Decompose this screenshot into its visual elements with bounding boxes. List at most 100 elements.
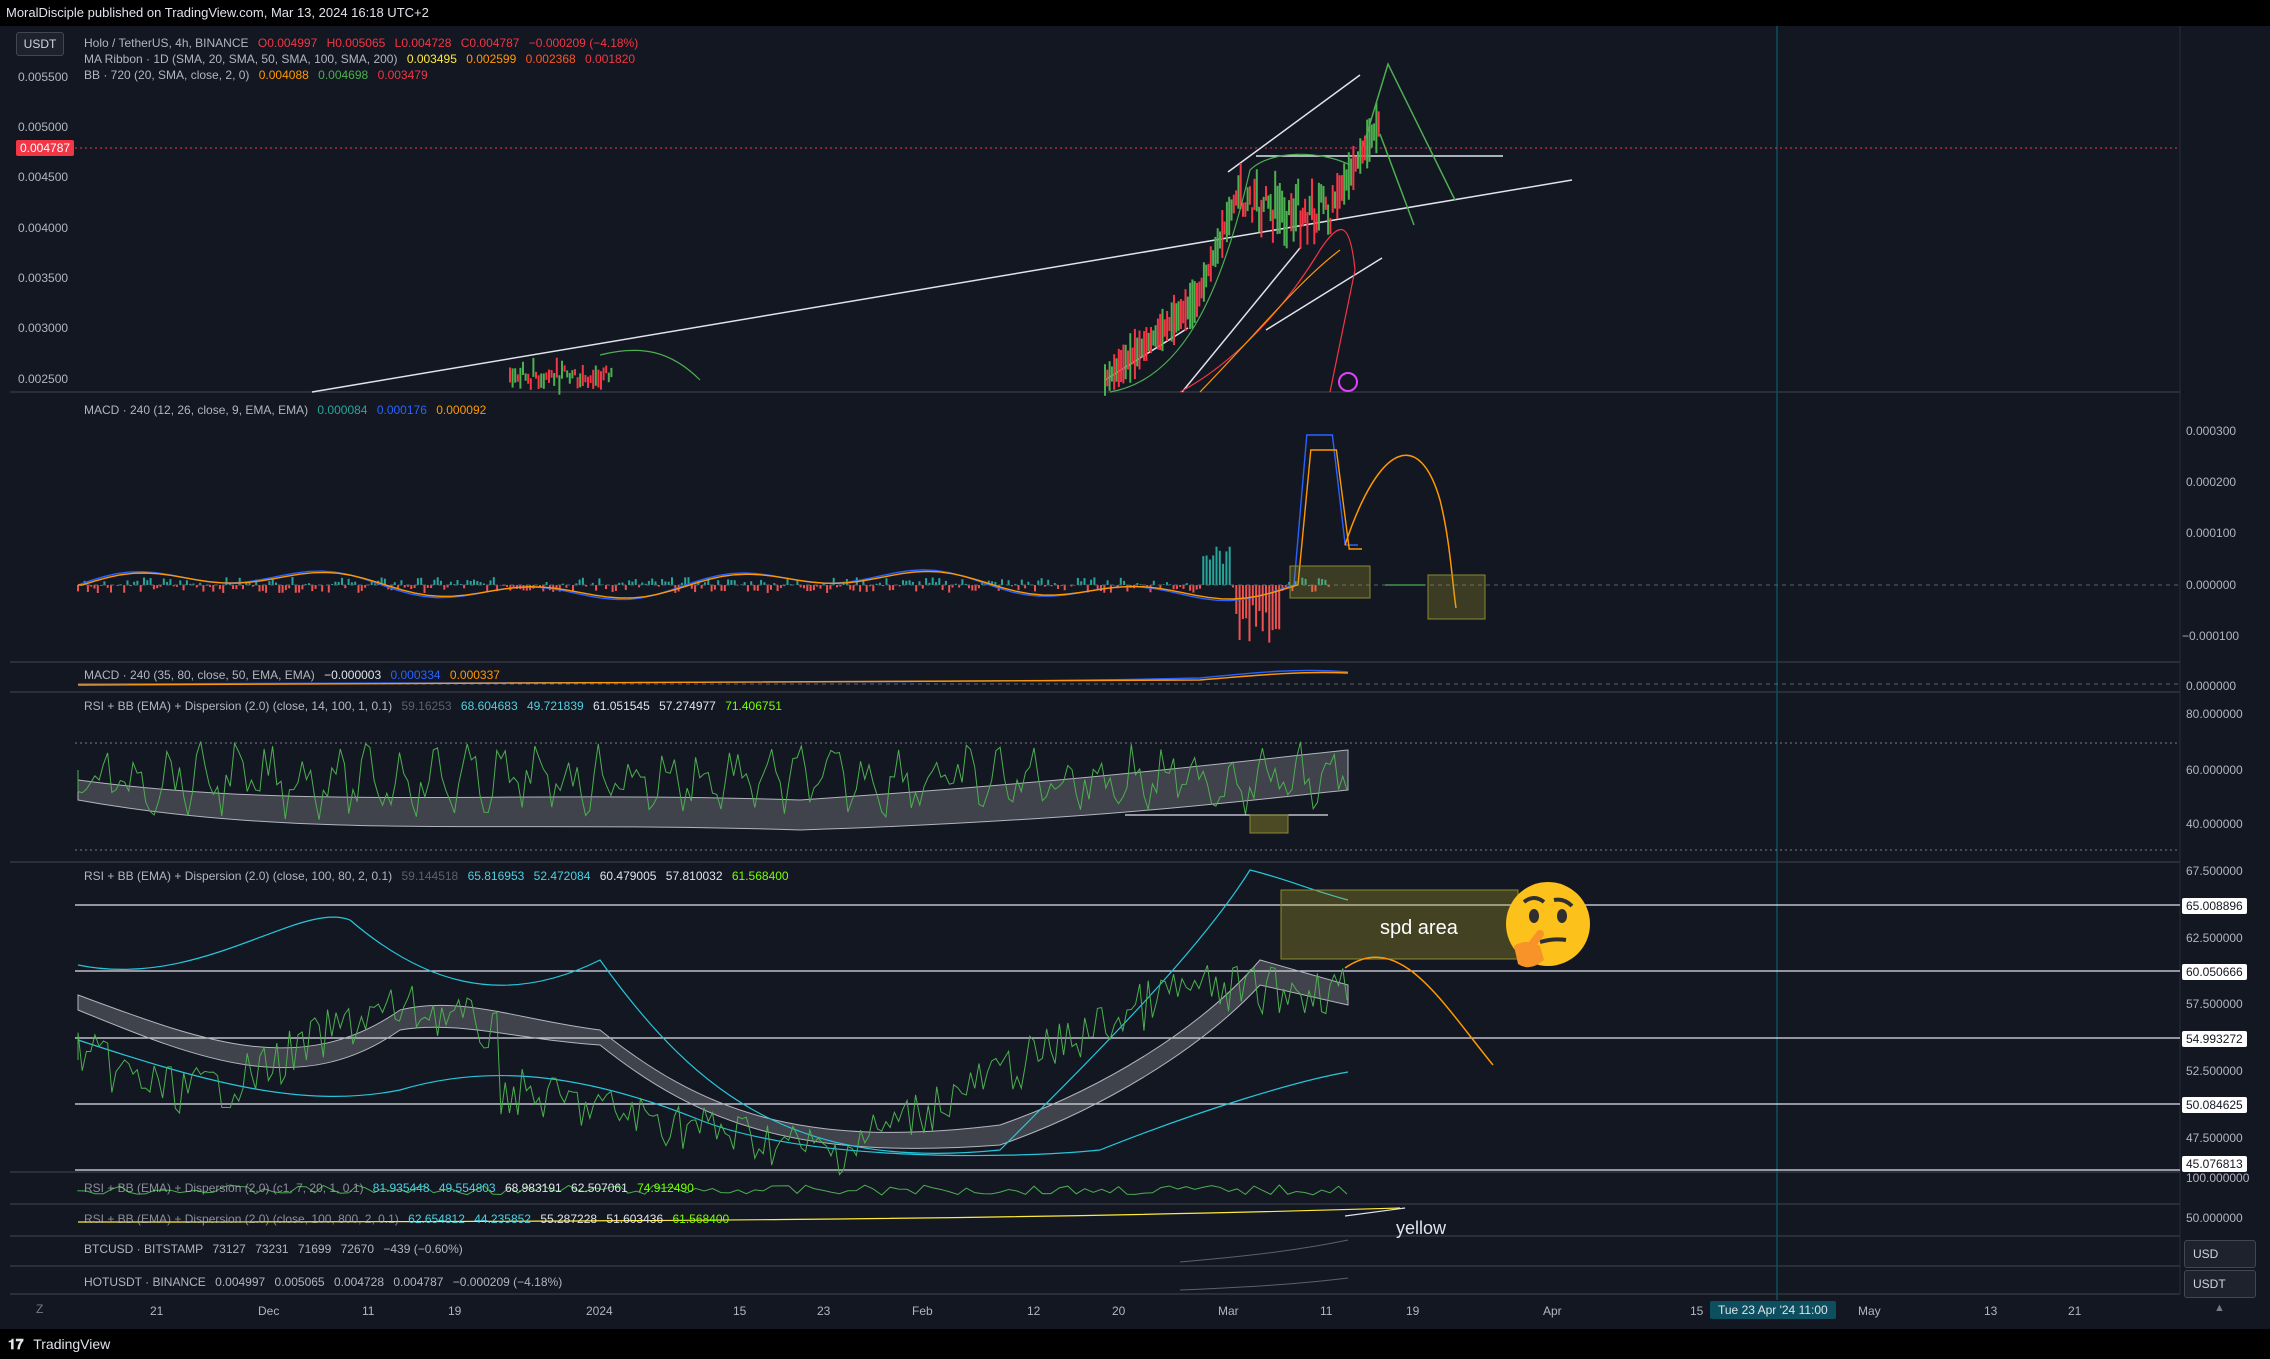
bb-value-lower: 0.003479 (377, 68, 428, 82)
ma-ribbon-value-4: 0.001820 (585, 52, 636, 66)
macd-1-axis-label: 0.000300 (2186, 424, 2237, 438)
hot-label: HOTUSDT · BINANCE (84, 1275, 206, 1289)
btc-label: BTCUSD · BITSTAMP (84, 1242, 204, 1256)
btc-legend[interactable]: BTCUSD · BITSTAMP 73127 73231 71699 7267… (84, 1242, 469, 1256)
rsi-2-axis-label: 57.500000 (2186, 997, 2243, 1011)
rsi-1-value: 59.16253 (401, 699, 452, 713)
rsi-2-value: 59.144518 (401, 869, 459, 883)
price-axis-label: 0.003000 (18, 321, 69, 335)
currency-selector-button[interactable]: USDT (16, 32, 64, 56)
rsi-1-value: 49.721839 (526, 699, 584, 713)
hot-low: 0.004728 (333, 1275, 385, 1289)
rsi-3-label: RSI + BB (EMA) + Dispersion (2.0) (c1, 7… (84, 1181, 364, 1195)
rsi-3-value: 68.983191 (504, 1181, 562, 1195)
time-axis-label: 23 (817, 1304, 831, 1318)
highlight-box (1249, 814, 1289, 834)
tradingview-footer[interactable]: 𝟏𝟕 TradingView (0, 1329, 2270, 1359)
zoom-icon[interactable]: Z (36, 1302, 50, 1316)
macd-2-legend[interactable]: MACD · 240 (35, 80, close, 50, EMA, EMA)… (84, 668, 506, 682)
ohlc-close: C0.004787 (460, 36, 520, 50)
ma-ribbon-value-3: 0.002368 (525, 52, 576, 66)
last-price-tag: 0.004787 (16, 140, 75, 156)
rsi-3-value: 62.507061 (571, 1181, 628, 1195)
ma-ribbon-value-2: 0.002599 (466, 52, 517, 66)
symbol-name[interactable]: Holo / TetherUS, 4h, BINANCE (84, 36, 249, 50)
price-axis-label: 0.004500 (18, 170, 69, 184)
time-axis-label: 13 (1984, 1304, 1998, 1318)
time-axis-label: 19 (1406, 1304, 1420, 1318)
projection-curve (1344, 956, 1494, 1066)
lightning-icon (1338, 372, 1358, 392)
signal-line (78, 449, 1362, 600)
rsi-1-axis-label: 40.000000 (2186, 817, 2243, 831)
rsi-2-value: 61.568400 (731, 869, 789, 883)
trendline (1227, 74, 1361, 173)
rsi-1-legend[interactable]: RSI + BB (EMA) + Dispersion (2.0) (close… (84, 699, 788, 713)
rsi-4-value: 51.603436 (606, 1212, 664, 1226)
rsi-1-value: 61.051545 (593, 699, 650, 713)
hot-change: −0.000209 (−4.18%) (452, 1275, 563, 1289)
rsi-2-value: 60.479005 (599, 869, 657, 883)
btc-close: 72670 (340, 1242, 374, 1256)
macd-2-signal: 0.000337 (449, 668, 500, 682)
rsi-2-legend[interactable]: RSI + BB (EMA) + Dispersion (2.0) (close… (84, 869, 795, 883)
rsi-3-legend[interactable]: RSI + BB (EMA) + Dispersion (2.0) (c1, 7… (84, 1181, 700, 1195)
main-legend: Holo / TetherUS, 4h, BINANCE O0.004997 H… (84, 36, 644, 50)
bb-value-upper: 0.004698 (318, 68, 369, 82)
hot-close: 0.004787 (393, 1275, 444, 1289)
hot-legend[interactable]: HOTUSDT · BINANCE 0.004997 0.005065 0.00… (84, 1275, 568, 1289)
rsi-2-value: 52.472084 (533, 869, 591, 883)
highlight-box (1289, 565, 1371, 599)
bb-value-basis: 0.004088 (258, 68, 309, 82)
ohlc-open: O0.004997 (257, 36, 318, 50)
price-axis-label: 0.002500 (18, 372, 69, 386)
rsi-4-legend[interactable]: RSI + BB (EMA) + Dispersion (2.0) (close… (84, 1212, 735, 1226)
level-tag: 60.050666 (2182, 964, 2247, 980)
spd-area-annotation[interactable]: spd area (1380, 917, 1458, 940)
bb-label: BB · 720 (20, SMA, close, 2, 0) (84, 68, 250, 82)
time-axis-label: 20 (1112, 1304, 1126, 1318)
scroll-up-icon[interactable]: ▲ (2214, 1302, 2228, 1316)
level-tag: 65.008896 (2182, 898, 2247, 914)
btc-high: 73231 (255, 1242, 289, 1256)
crosshair-time-label: Tue 23 Apr '24 11:00 (1710, 1301, 1836, 1319)
chart-stage[interactable]: MoralDisciple published on TradingView.c… (0, 0, 2270, 1359)
macd-1-axis-label: −0.000100 (2182, 629, 2240, 643)
time-axis-label: 11 (1320, 1304, 1333, 1318)
time-axis-label: 2024 (586, 1304, 613, 1318)
rsi-1-value: 71.406751 (725, 699, 782, 713)
rsi-4-value: 61.568400 (672, 1212, 730, 1226)
rsi-3-axis-label: 100.000000 (2186, 1171, 2250, 1185)
rsi-1-axis-label: 60.000000 (2186, 763, 2243, 777)
macd-1-legend[interactable]: MACD · 240 (12, 26, close, 9, EMA, EMA) … (84, 403, 492, 417)
ohlc-low: L0.004728 (394, 36, 452, 50)
rsi-2-axis-label: 62.500000 (2186, 931, 2243, 945)
bb-basis-line (1199, 249, 1341, 393)
time-axis-label: Mar (1218, 1304, 1239, 1318)
bb-lower-line (1179, 229, 1356, 393)
time-axis-label: 11 (362, 1304, 375, 1318)
time-axis-label: 21 (150, 1304, 164, 1318)
bb-upper-line (599, 349, 701, 381)
btc-line (1179, 1239, 1349, 1263)
hot-high: 0.005065 (274, 1275, 325, 1289)
yellow-annotation[interactable]: yellow (1396, 1218, 1446, 1239)
time-axis-label: Apr (1543, 1304, 1562, 1318)
price-axis-label: 0.004000 (18, 221, 69, 235)
btc-open: 73127 (212, 1242, 246, 1256)
rsi-1-value: 68.604683 (460, 699, 518, 713)
macd-1-macd: 0.000176 (376, 403, 427, 417)
macd-1-axis-label: 0.000100 (2186, 526, 2237, 540)
brand-name: TradingView (33, 1336, 111, 1352)
macd-1-axis-label: 0.000200 (2186, 475, 2237, 489)
rsi-3-value: 74.912490 (637, 1181, 694, 1195)
bb-legend[interactable]: BB · 720 (20, SMA, close, 2, 0) 0.004088… (84, 68, 434, 82)
macd-1-label: MACD · 240 (12, 26, close, 9, EMA, EMA) (84, 403, 309, 417)
time-axis-label: 15 (1690, 1304, 1704, 1318)
btc-change: −439 (−0.60%) (383, 1242, 463, 1256)
currency-usd-button[interactable]: USD (2184, 1240, 2256, 1268)
macd-1-signal: 0.000092 (436, 403, 487, 417)
currency-usdt-button[interactable]: USDT (2184, 1270, 2256, 1298)
macd-2-macd: 0.000334 (390, 668, 441, 682)
ma-ribbon-legend[interactable]: MA Ribbon · 1D (SMA, 20, SMA, 50, SMA, 1… (84, 52, 641, 66)
